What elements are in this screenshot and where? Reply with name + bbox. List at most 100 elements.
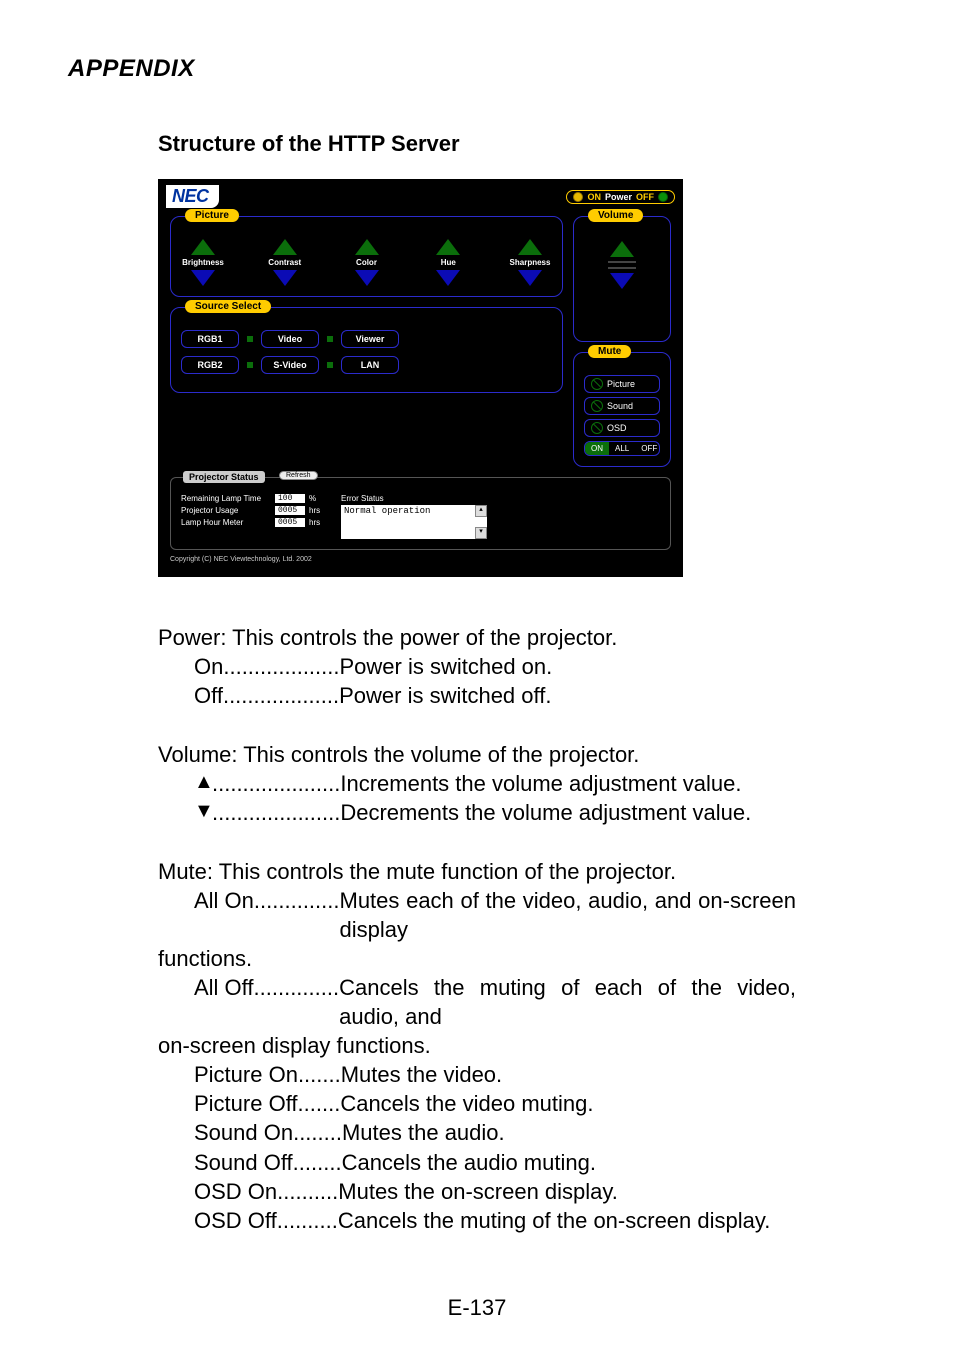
source-rgb1-button[interactable]: RGB1 — [181, 330, 239, 348]
mute-picoff-def: Cancels the video muting. — [340, 1089, 796, 1118]
sharpness-adjust: Sharpness — [508, 239, 552, 286]
brightness-up-icon[interactable] — [191, 239, 215, 255]
copyright-text: Copyright (C) NEC Viewtechnology, Ltd. 2… — [170, 556, 671, 563]
mute-picture-label: Picture — [607, 379, 635, 389]
dots: .......... — [277, 1206, 338, 1235]
mute-group: Mute Picture Sound OSD ON — [573, 352, 671, 467]
status-dot-icon — [247, 336, 253, 342]
mute-all-on: ON — [585, 442, 609, 455]
color-up-icon[interactable] — [355, 239, 379, 255]
vol-dn-def: Decrements the volume adjustment value. — [340, 798, 796, 827]
status-row-lamp-time: Remaining Lamp Time 100 % — [181, 494, 321, 503]
projector-status-group: Projector Status Refresh Remaining Lamp … — [170, 477, 671, 550]
dots: .............. — [254, 886, 340, 944]
mute-picoff-term: Picture Off — [194, 1089, 298, 1118]
mute-osdoff-def: Cancels the muting of the on-screen disp… — [338, 1206, 796, 1235]
mute-osdon-term: OSD On — [194, 1177, 277, 1206]
volume-bar-icon — [608, 261, 636, 263]
mute-heading: Mute: This controls the mute function of… — [158, 857, 796, 886]
mute-sndon-def: Mutes the audio. — [342, 1118, 796, 1147]
contrast-up-icon[interactable] — [273, 239, 297, 255]
color-adjust: Color — [345, 239, 389, 286]
mute-sndoff-def: Cancels the audio muting. — [342, 1148, 796, 1177]
contrast-down-icon[interactable] — [273, 270, 297, 286]
status-unit: % — [309, 494, 321, 503]
mute-osdoff-term: OSD Off — [194, 1206, 277, 1235]
mute-all-off: OFF — [635, 442, 660, 455]
status-value: 0005 — [275, 506, 305, 515]
section-title: Structure of the HTTP Server — [158, 131, 886, 157]
mute-allon-def: Mutes each of the video, audio, and on-s… — [340, 886, 797, 944]
brightness-label: Brightness — [182, 258, 224, 267]
hue-down-icon[interactable] — [436, 270, 460, 286]
power-on-led — [573, 192, 583, 202]
hue-label: Hue — [441, 258, 456, 267]
mute-sound-label: Sound — [607, 401, 633, 411]
status-label: Lamp Hour Meter — [181, 518, 271, 527]
mute-osdon-def: Mutes the on-screen display. — [338, 1177, 796, 1206]
source-svideo-button[interactable]: S-Video — [261, 356, 319, 374]
status-value: 100 — [275, 494, 305, 503]
nec-logo: NEC — [166, 185, 219, 208]
error-status-value: Normal operation ▴ ▾ — [341, 505, 487, 539]
mute-all-toggle[interactable]: ON ALL OFF — [584, 441, 660, 456]
source-viewer-button[interactable]: Viewer — [341, 330, 399, 348]
mute-allon-term: All On — [194, 886, 254, 944]
brightness-down-icon[interactable] — [191, 270, 215, 286]
source-rgb2-button[interactable]: RGB2 — [181, 356, 239, 374]
color-down-icon[interactable] — [355, 270, 379, 286]
contrast-label: Contrast — [268, 258, 301, 267]
body-text: Power: This controls the power of the pr… — [158, 623, 796, 1235]
triangle-up-icon: ▲ — [194, 769, 212, 798]
dots: ....... — [298, 1060, 341, 1089]
error-status-text: Normal operation — [344, 506, 430, 516]
power-label: Power — [605, 192, 632, 202]
projector-status-title: Projector Status — [183, 471, 265, 483]
mute-picon-term: Picture On — [194, 1060, 298, 1089]
sharpness-label: Sharpness — [510, 258, 551, 267]
picture-group: Picture Brightness Contrast — [170, 216, 563, 297]
source-video-button[interactable]: Video — [261, 330, 319, 348]
power-toggle[interactable]: ON Power OFF — [566, 190, 675, 204]
mute-allon-def2: functions. — [158, 944, 796, 973]
volume-heading: Volume: This controls the volume of the … — [158, 740, 796, 769]
mute-osd-button[interactable]: OSD — [584, 419, 660, 437]
mute-osd-label: OSD — [607, 423, 627, 433]
projector-http-ui: NEC ON Power OFF Picture Brightness — [158, 179, 683, 577]
scroll-up-icon[interactable]: ▴ — [475, 505, 487, 517]
dots: ..................... — [212, 798, 340, 827]
dots: .............. — [254, 973, 340, 1031]
volume-down-icon[interactable] — [610, 273, 634, 289]
source-lan-button[interactable]: LAN — [341, 356, 399, 374]
hue-adjust: Hue — [426, 239, 470, 286]
power-on-term: On — [194, 652, 223, 681]
page-number: E-137 — [68, 1295, 886, 1321]
status-dot-icon — [327, 336, 333, 342]
mute-icon — [591, 378, 603, 390]
page-header: APPENDIX — [68, 55, 886, 83]
color-label: Color — [356, 258, 377, 267]
mute-icon — [591, 400, 603, 412]
mute-sound-button[interactable]: Sound — [584, 397, 660, 415]
sharpness-down-icon[interactable] — [518, 270, 542, 286]
status-unit: hrs — [309, 506, 321, 515]
volume-bar-icon — [608, 267, 636, 269]
mute-sndon-term: Sound On — [194, 1118, 293, 1147]
source-select-title: Source Select — [185, 300, 271, 313]
source-select-group: Source Select RGB1 Video Viewer RGB2 S-V… — [170, 307, 563, 393]
status-label: Projector Usage — [181, 506, 271, 515]
volume-up-icon[interactable] — [610, 241, 634, 257]
status-dot-icon — [247, 362, 253, 368]
mute-picture-button[interactable]: Picture — [584, 375, 660, 393]
dots: ........ — [293, 1148, 342, 1177]
hue-up-icon[interactable] — [436, 239, 460, 255]
scroll-down-icon[interactable]: ▾ — [475, 527, 487, 539]
power-off-label: OFF — [636, 192, 654, 202]
mute-picon-def: Mutes the video. — [341, 1060, 796, 1089]
status-label: Remaining Lamp Time — [181, 494, 271, 503]
brightness-adjust: Brightness — [181, 239, 225, 286]
refresh-button[interactable]: Refresh — [279, 471, 318, 480]
status-unit: hrs — [309, 518, 321, 527]
power-off-def: Power is switched off. — [339, 681, 796, 710]
sharpness-up-icon[interactable] — [518, 239, 542, 255]
